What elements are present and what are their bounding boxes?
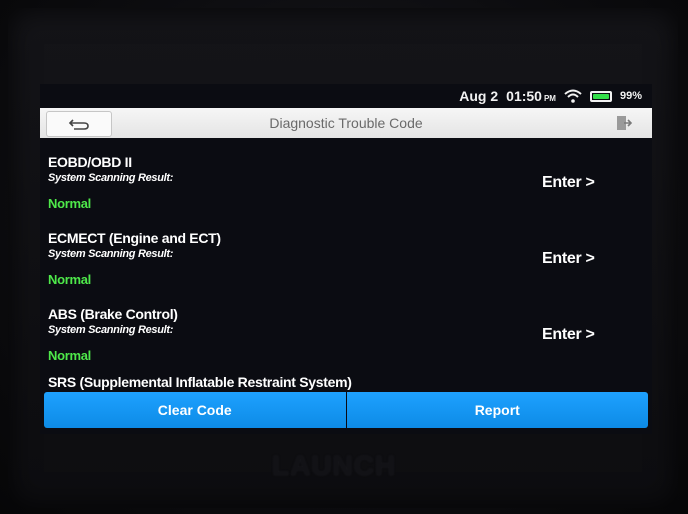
battery-icon [589,90,612,102]
enter-button[interactable]: Enter > [542,174,595,192]
system-subtitle: System Scanning Result: [48,248,174,260]
system-status: Normal [48,272,91,287]
status-time-suffix: PM [543,94,556,103]
system-list[interactable]: EOBD/OBD II System Scanning Result: Norm… [40,138,652,392]
report-button[interactable]: Report [346,392,648,428]
system-status: Normal [48,196,91,211]
exit-button[interactable] [612,112,636,134]
enter-button[interactable]: Enter > [542,250,595,268]
device-screen: Aug 2 01:50 PM 99% Diagnostic Trouble Co… [40,84,652,434]
battery-fill [592,93,609,99]
clear-code-button[interactable]: Clear Code [44,392,347,428]
system-subtitle: System Scanning Result: [48,172,174,184]
device-brand-logo: LAUNCH [272,450,397,481]
photo-background: Aug 2 01:50 PM 99% Diagnostic Trouble Co… [0,0,688,514]
exit-icon [617,116,633,130]
back-button[interactable] [46,111,112,137]
system-name: SRS (Supplemental Inflatable Restraint S… [48,374,352,390]
system-name: ECMECT (Engine and ECT) [48,230,221,246]
page-title: Diagnostic Trouble Code [269,115,423,131]
system-status: Normal [48,348,91,363]
battery-percentage: 99% [619,90,642,102]
system-item[interactable]: SRS (Supplemental Inflatable Restraint S… [40,366,652,392]
bottom-action-bar: Clear Code Report [44,392,648,428]
status-bar: Aug 2 01:50 PM 99% [40,84,652,108]
system-item[interactable]: ECMECT (Engine and ECT) System Scanning … [40,214,652,290]
system-item[interactable]: ABS (Brake Control) System Scanning Resu… [40,290,652,366]
title-bar: Diagnostic Trouble Code [40,108,652,138]
back-arrow-icon [68,119,89,130]
status-time: 01:50 PM [506,88,556,104]
system-name: EOBD/OBD II [48,154,132,170]
status-date: Aug 2 [459,88,499,104]
wifi-icon [564,89,582,103]
system-item[interactable]: EOBD/OBD II System Scanning Result: Norm… [40,138,652,214]
enter-button[interactable]: Enter > [542,326,595,344]
system-name: ABS (Brake Control) [48,306,178,322]
system-subtitle: System Scanning Result: [48,324,174,336]
